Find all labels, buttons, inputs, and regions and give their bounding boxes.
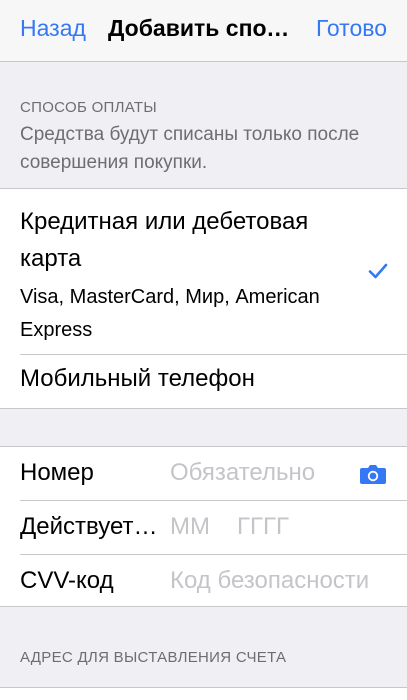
payment-method-footnote: Средства будут списаны только после сове… — [20, 124, 360, 173]
done-button[interactable]: Готово — [316, 15, 387, 42]
cvv-label: CVV-код — [20, 567, 114, 594]
payment-option-card-subtitle: Visa, MasterCard, Мир, American Express — [20, 286, 320, 341]
checkmark-icon — [368, 263, 388, 279]
card-details-form: Номер Действует до CVV-код — [0, 446, 407, 607]
payment-option-card[interactable]: Кредитная или дебетовая карта Visa, Mast… — [0, 189, 407, 354]
page-title: Добавить способ оплаты — [108, 15, 294, 41]
billing-address-header: АДРЕС ДЛЯ ВЫСТАВЛЕНИЯ СЧЕТА — [20, 649, 287, 666]
camera-icon[interactable] — [359, 463, 387, 485]
back-button[interactable]: Назад — [20, 15, 86, 42]
payment-option-mobile-title: Мобильный телефон — [20, 365, 255, 392]
card-number-label: Номер — [20, 459, 94, 486]
expiry-row: Действует до — [0, 501, 407, 554]
cvv-row: CVV-код — [0, 555, 407, 607]
payment-option-card-title: Кредитная или дебетовая карта — [20, 208, 309, 272]
payment-method-list: Кредитная или дебетовая карта Visa, Mast… — [0, 188, 407, 409]
card-number-row: Номер — [0, 447, 407, 500]
billing-address-list — [0, 687, 407, 700]
add-payment-screen: Назад Добавить способ оплаты Готово СПОС… — [0, 0, 407, 700]
expiry-label: Действует до — [20, 513, 160, 540]
expiry-month-input[interactable] — [170, 507, 220, 547]
card-number-input[interactable] — [170, 453, 352, 493]
payment-option-mobile[interactable]: Мобильный телефон — [0, 355, 407, 409]
cvv-input[interactable] — [170, 561, 395, 601]
expiry-year-input[interactable] — [237, 507, 327, 547]
payment-method-header: СПОСОБ ОПЛАТЫ — [20, 99, 157, 116]
navigation-bar: Назад Добавить способ оплаты Готово — [0, 0, 407, 62]
